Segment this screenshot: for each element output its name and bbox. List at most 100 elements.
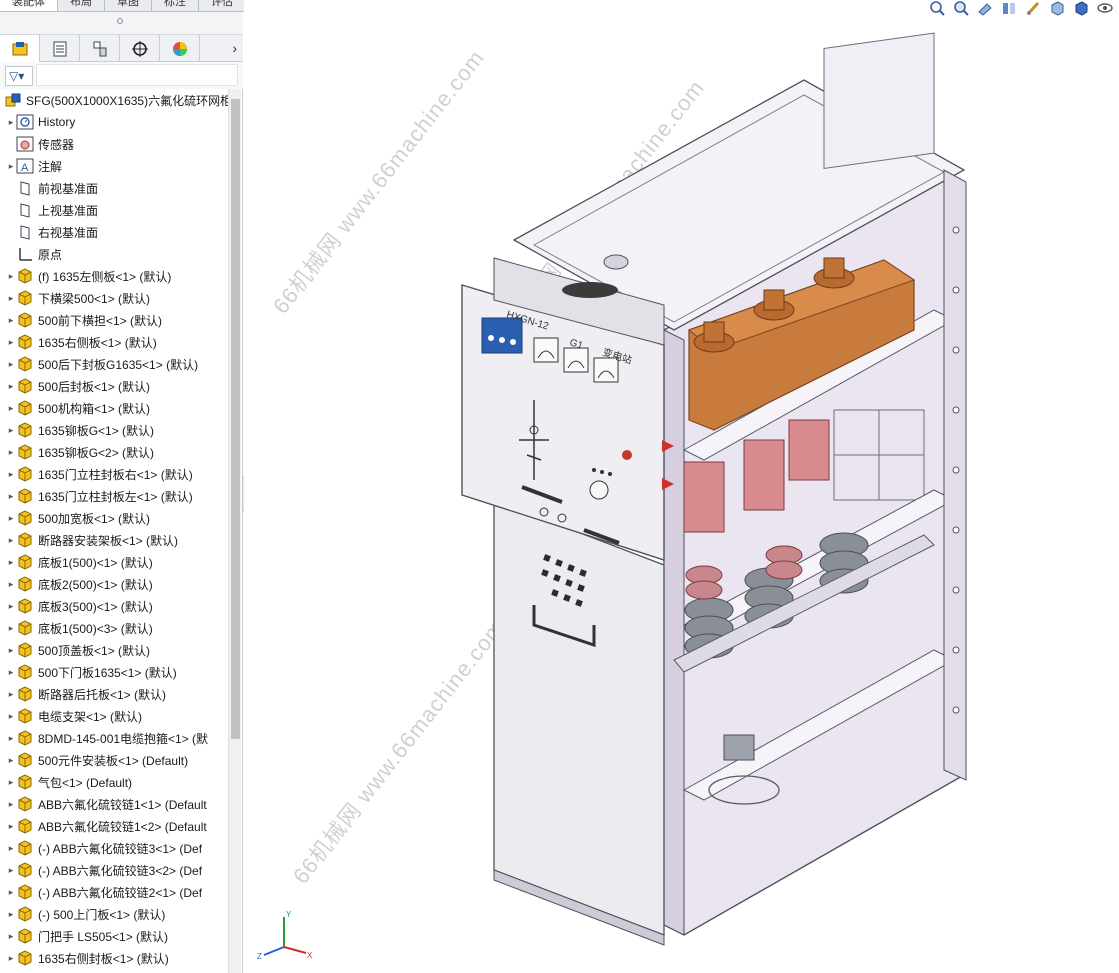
tree-item[interactable]: ▸ 下横梁500<1> (默认) [0,287,228,309]
expand-caret-icon[interactable]: ▸ [6,353,16,375]
expand-caret-icon[interactable]: ▸ [6,661,16,683]
command-tab[interactable]: 装配体 [0,0,58,11]
display-manager-icon[interactable] [160,35,200,62]
tree-scrollbar[interactable] [228,89,241,973]
tree-item-label: 1635门立柱封板左<1> (默认) [38,489,193,504]
filter-icon[interactable]: ▽▾ [5,66,33,86]
expand-caret-icon[interactable]: ▸ [6,397,16,419]
property-manager-icon[interactable] [40,35,80,62]
expand-caret-icon[interactable]: ▸ [6,265,16,287]
tree-item[interactable]: ▸ 底板1(500)<3> (默认) [0,617,228,639]
tree-item[interactable]: ▸ (-) ABB六氟化硫铰链3<1> (Def [0,837,228,859]
tree-item[interactable]: ▸ 500加宽板<1> (默认) [0,507,228,529]
tree-item[interactable]: ▸ 8DMD-145-001电缆抱箍<1> (默 [0,727,228,749]
expand-caret-icon[interactable]: ▸ [6,485,16,507]
tree-item[interactable]: ▸ ABB六氟化硫铰链1<2> (Default [0,815,228,837]
manager-more-button[interactable]: › [232,40,237,56]
tree-item[interactable]: 右视基准面 [0,221,228,243]
tree-item[interactable]: ▸ 500顶盖板<1> (默认) [0,639,228,661]
tree-item[interactable]: ▸ History [0,111,228,133]
tree-item[interactable]: ▸ 断路器后托板<1> (默认) [0,683,228,705]
command-tab[interactable]: 草图 [105,0,152,11]
expand-caret-icon[interactable]: ▸ [6,309,16,331]
tree-item-label: 500后下封板G1635<1> (默认) [38,357,199,372]
configuration-manager-icon[interactable] [80,35,120,62]
tree-item[interactable]: ▸ 1635门立柱封板右<1> (默认) [0,463,228,485]
tree-item[interactable]: ▸ A 注解 [0,155,228,177]
tree-item[interactable]: ▸ 1635铆板G<2> (默认) [0,441,228,463]
scrollbar-thumb[interactable] [231,99,240,739]
tree-item[interactable]: ▸ 1635门立柱封板左<1> (默认) [0,485,228,507]
expand-caret-icon[interactable]: ▸ [6,617,16,639]
command-tab[interactable]: 布局 [58,0,105,11]
expand-caret-icon[interactable]: ▸ [6,551,16,573]
expand-caret-icon[interactable]: ▸ [6,925,16,947]
expand-caret-icon[interactable]: ▸ [6,947,16,969]
expand-caret-icon[interactable]: ▸ [6,331,16,353]
tree-item[interactable]: ▸ 500后封板<1> (默认) [0,375,228,397]
expand-caret-icon[interactable]: ▸ [6,441,16,463]
tree-item[interactable]: ▸ 门把手 LS505<1> (默认) [0,925,228,947]
tree-item[interactable]: ▸ 1635右侧板<1> (默认) [0,331,228,353]
tree-item[interactable]: SFG(500X1000X1635)六氟化硫环网柜 [0,89,228,111]
tree-item[interactable]: ▸ 500元件安装板<1> (Default) [0,749,228,771]
tree-item[interactable]: ▸ 500机构箱<1> (默认) [0,397,228,419]
feature-manager-icon[interactable] [0,35,40,62]
part-icon [16,465,34,483]
tree-item[interactable]: ▸ (f) 1635左侧板<1> (默认) [0,265,228,287]
expand-caret-icon[interactable]: ▸ [6,771,16,793]
tree-item[interactable]: ▸ (-) ABB六氟化硫铰链2<1> (Def [0,881,228,903]
expand-caret-icon[interactable]: ▸ [6,815,16,837]
part-icon [16,905,34,923]
expand-caret-icon[interactable]: ▸ [6,529,16,551]
expand-caret-icon[interactable]: ▸ [6,155,16,177]
expand-caret-icon[interactable]: ▸ [6,859,16,881]
expand-caret-icon[interactable]: ▸ [6,573,16,595]
command-tab[interactable]: 评估 [199,0,246,11]
tree-item[interactable]: ▸ 1635铆板G<1> (默认) [0,419,228,441]
tree-item[interactable]: ▸ 底板1(500)<1> (默认) [0,551,228,573]
expand-caret-icon[interactable]: ▸ [6,727,16,749]
tree-item[interactable]: ▸ ABB六氟化硫铰链1<1> (Default [0,793,228,815]
expand-caret-icon[interactable]: ▸ [6,287,16,309]
expand-caret-icon[interactable]: ▸ [6,639,16,661]
expand-caret-icon[interactable]: ▸ [6,111,16,133]
command-tab[interactable]: 标注 [152,0,199,11]
expand-caret-icon[interactable]: ▸ [6,793,16,815]
tree-item[interactable]: ▸ 500下门板1635<1> (默认) [0,661,228,683]
tree-item[interactable]: ▸ 500前下横担<1> (默认) [0,309,228,331]
tree-item[interactable]: 传感器 [0,133,228,155]
expand-caret-icon[interactable]: ▸ [6,881,16,903]
panel-grip[interactable] [0,12,243,34]
graphics-viewport[interactable]: 66机械网 www.66machine.com66机械网 www.66machi… [244,0,1119,973]
expand-caret-icon[interactable]: ▸ [6,595,16,617]
ring-main-unit-model[interactable]: HXGN-12 G1 变电站 [244,0,1119,973]
expand-caret-icon[interactable]: ▸ [6,705,16,727]
origin-icon [16,245,34,263]
expand-caret-icon[interactable]: ▸ [6,903,16,925]
expand-caret-icon[interactable]: ▸ [6,375,16,397]
tree-item[interactable]: ▸ 断路器安装架板<1> (默认) [0,529,228,551]
tree-item[interactable]: ▸ 底板2(500)<1> (默认) [0,573,228,595]
tree-item[interactable]: ▸ (-) ABB六氟化硫铰链3<2> (Def [0,859,228,881]
tree-item[interactable]: ▸ 电缆支架<1> (默认) [0,705,228,727]
expand-caret-icon[interactable]: ▸ [6,749,16,771]
expand-caret-icon[interactable]: ▸ [6,683,16,705]
expand-caret-icon[interactable]: ▸ [6,507,16,529]
tree-item[interactable]: 上视基准面 [0,199,228,221]
tree-item[interactable]: ▸ (-) 500上门板<1> (默认) [0,903,228,925]
expand-caret-icon[interactable]: ▸ [6,837,16,859]
tree-item[interactable]: 原点 [0,243,228,265]
tree-item[interactable]: ▸ 底板3(500)<1> (默认) [0,595,228,617]
plane-icon [16,201,34,219]
tree-item[interactable]: ▸ 1635右侧封板<1> (默认) [0,947,228,969]
tree-item[interactable]: ▸ 气包<1> (Default) [0,771,228,793]
expand-caret-icon[interactable]: ▸ [6,419,16,441]
expand-caret-icon[interactable]: ▸ [6,463,16,485]
tree-item-label: 500机构箱<1> (默认) [38,401,151,416]
tree-item[interactable]: ▸ 500后下封板G1635<1> (默认) [0,353,228,375]
tree-item[interactable]: 前视基准面 [0,177,228,199]
svg-text:A: A [21,162,29,174]
dimxpert-icon[interactable] [120,35,160,62]
filter-input[interactable] [36,64,238,86]
